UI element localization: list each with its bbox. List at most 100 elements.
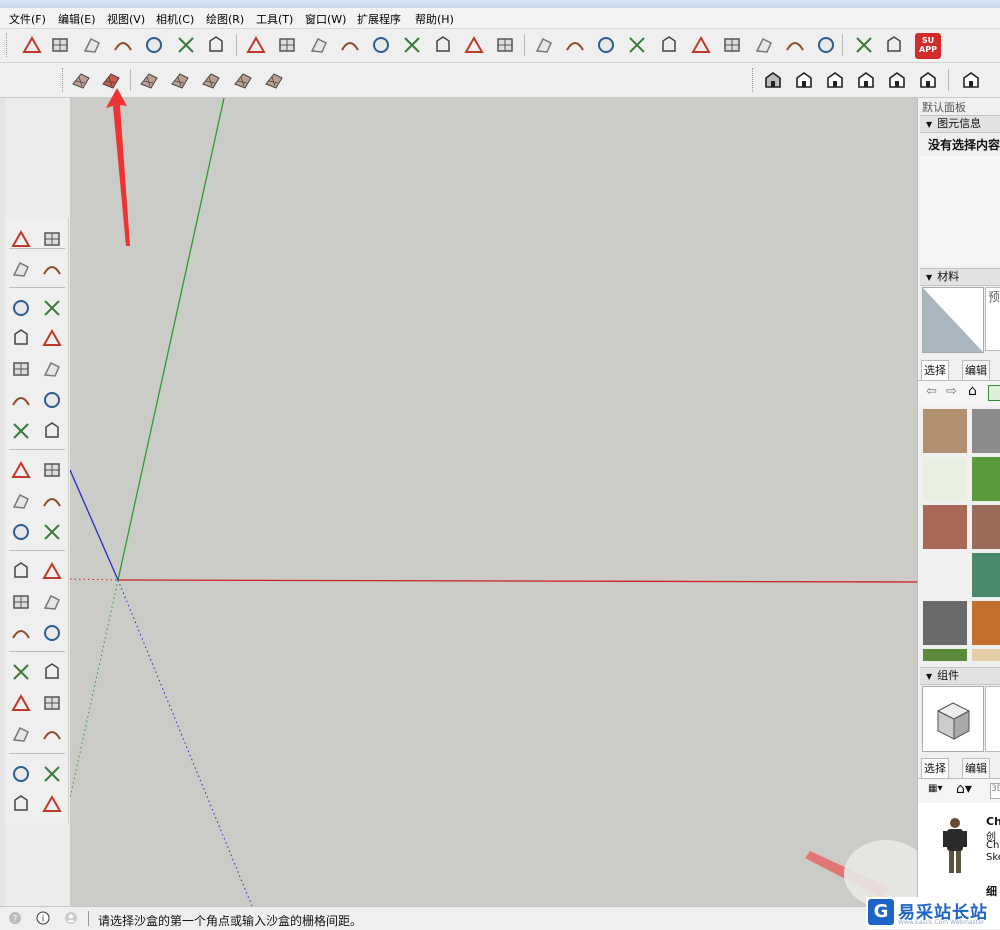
material-swatch[interactable] — [923, 649, 967, 661]
view-options-icon[interactable]: ▦▾ — [928, 783, 942, 794]
flip-icon[interactable] — [399, 32, 425, 58]
components-header[interactable]: ▼ 组件 — [920, 667, 1000, 685]
right-view-icon[interactable] — [853, 67, 879, 93]
material-swatch[interactable] — [923, 409, 967, 453]
curve-icon[interactable] — [274, 32, 300, 58]
home-icon[interactable]: ⌂ — [968, 383, 977, 399]
3b-logo-icon[interactable] — [851, 32, 877, 58]
text-label-icon[interactable] — [39, 589, 65, 615]
tab-edit[interactable]: 编辑 — [962, 360, 990, 380]
material-name-field[interactable]: 预 — [985, 287, 1000, 351]
forward-arrow-icon[interactable]: ⇨ — [946, 384, 957, 399]
three-point-arc-icon[interactable] — [8, 418, 34, 444]
pin-icon[interactable] — [782, 32, 808, 58]
materials-header[interactable]: ▼ 材料 — [920, 268, 1000, 286]
chevron-icon[interactable] — [461, 32, 487, 58]
material-swatch[interactable] — [972, 649, 1000, 661]
toolbar-grip[interactable] — [6, 33, 10, 57]
back-arrow-icon[interactable]: ⇦ — [926, 384, 937, 399]
sketchup-red-icon[interactable] — [881, 32, 907, 58]
sandbox-toolbar-grip[interactable] — [62, 68, 66, 92]
material-swatch[interactable] — [923, 601, 967, 645]
pyramid-icon[interactable] — [562, 32, 588, 58]
geolocation-icon[interactable]: ? — [8, 911, 22, 925]
menu-help[interactable]: 帮助(H) — [415, 11, 454, 27]
grid-icon[interactable] — [110, 32, 136, 58]
component-search-field[interactable]: 3D — [990, 783, 1000, 799]
gate-icon[interactable] — [751, 32, 777, 58]
component-item-title[interactable]: Ch — [986, 815, 1000, 828]
subdivide-icon[interactable] — [79, 32, 105, 58]
panel-icon[interactable] — [368, 32, 394, 58]
zoom-icon[interactable] — [8, 690, 34, 716]
component-icon[interactable] — [688, 32, 714, 58]
orbit-icon[interactable] — [8, 659, 34, 685]
info-icon[interactable]: i — [36, 911, 50, 925]
pan-icon[interactable] — [39, 659, 65, 685]
paint-bucket-icon[interactable] — [8, 256, 34, 282]
pie-icon[interactable] — [39, 418, 65, 444]
material-swatch[interactable] — [972, 505, 1000, 549]
entity-info-header[interactable]: ▼ 图元信息 — [920, 115, 1000, 133]
arc-check-icon[interactable] — [306, 32, 332, 58]
stamp-icon[interactable] — [531, 32, 557, 58]
look-around-icon[interactable] — [39, 761, 65, 787]
stamp-terrain-icon[interactable] — [167, 67, 193, 93]
arc-icon[interactable] — [8, 387, 34, 413]
menu-edit[interactable]: 编辑(E) — [58, 11, 96, 27]
material-swatch[interactable] — [972, 409, 1000, 453]
pencil-icon[interactable] — [8, 295, 34, 321]
previous-view-icon[interactable] — [39, 721, 65, 747]
pillars-icon[interactable] — [141, 32, 167, 58]
freehand-icon[interactable] — [39, 295, 65, 321]
component-name-field[interactable] — [985, 686, 1000, 752]
menu-window[interactable]: 窗口(W) — [305, 11, 346, 27]
drape-terrain-icon[interactable] — [198, 67, 224, 93]
axes-icon[interactable] — [8, 620, 34, 646]
offset-icon[interactable] — [39, 519, 65, 545]
menu-camera[interactable]: 相机(C) — [156, 11, 194, 27]
material-swatch[interactable] — [923, 553, 967, 597]
iso-view-icon[interactable] — [760, 67, 786, 93]
knife-icon[interactable] — [813, 32, 839, 58]
material-swatch[interactable] — [923, 457, 967, 501]
views-toolbar-grip[interactable] — [752, 68, 756, 92]
section-icon[interactable] — [958, 67, 984, 93]
menu-view[interactable]: 视图(V) — [107, 11, 145, 27]
home-icon[interactable]: ⌂▾ — [956, 781, 972, 797]
drape-icon[interactable] — [593, 32, 619, 58]
roof-icon[interactable] — [337, 32, 363, 58]
circle-icon[interactable] — [8, 356, 34, 382]
walk-icon[interactable] — [8, 791, 34, 817]
inspect-icon[interactable] — [719, 32, 745, 58]
front-view-icon[interactable] — [822, 67, 848, 93]
material-swatch[interactable] — [972, 457, 1000, 501]
dimension-icon[interactable] — [39, 558, 65, 584]
rotate-icon[interactable] — [8, 488, 34, 514]
smart-offset-icon[interactable] — [47, 32, 73, 58]
bend-icon[interactable] — [624, 32, 650, 58]
section-plane-icon[interactable] — [39, 791, 65, 817]
su-app-button[interactable]: SU APP — [914, 32, 942, 60]
position-camera-icon[interactable] — [8, 761, 34, 787]
zoom-window-icon[interactable] — [39, 690, 65, 716]
menu-tools[interactable]: 工具(T) — [256, 11, 293, 27]
left-view-icon[interactable] — [915, 67, 941, 93]
tab-select[interactable]: 选择 — [921, 360, 949, 380]
3d-text-icon[interactable] — [39, 620, 65, 646]
polyline-icon[interactable] — [430, 32, 456, 58]
add-detail-icon[interactable] — [230, 67, 256, 93]
menu-file[interactable]: 文件(F) — [9, 11, 46, 27]
user-account-icon[interactable] — [64, 911, 78, 925]
drawing-viewport[interactable] — [70, 98, 917, 906]
menu-extensions[interactable]: 扩展程序 — [357, 11, 401, 27]
two-point-arc-icon[interactable] — [39, 387, 65, 413]
scale-icon[interactable] — [8, 519, 34, 545]
sandbox-from-contours-icon[interactable] — [68, 67, 94, 93]
flip-edge-icon[interactable] — [261, 67, 287, 93]
lines-icon[interactable] — [203, 32, 229, 58]
line-tool-icon[interactable] — [243, 32, 269, 58]
top-view-icon[interactable] — [791, 67, 817, 93]
material-swatch[interactable] — [923, 505, 967, 549]
sample-paint-icon[interactable] — [988, 385, 1000, 401]
